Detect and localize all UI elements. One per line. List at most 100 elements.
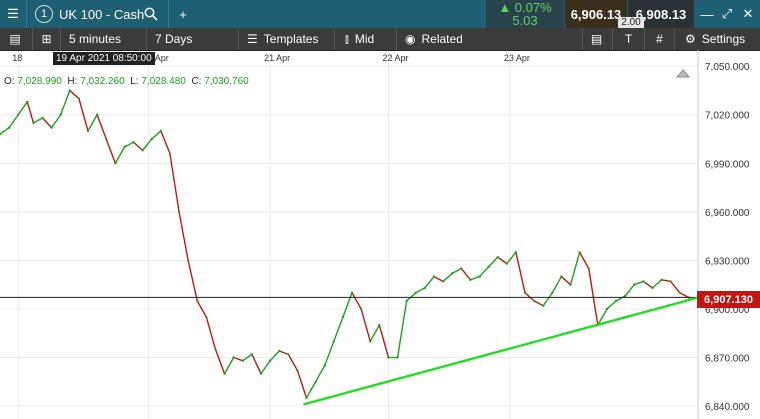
price-segment xyxy=(569,252,581,285)
crosshair-date-label: 19 Apr 2021 08:50:00 xyxy=(53,52,155,65)
grid-toggle-button[interactable]: # xyxy=(644,28,674,50)
y-tick-label: 7,020.000 xyxy=(705,111,750,122)
notes-button[interactable]: ▤ xyxy=(582,28,610,50)
high-value: 7,032.260 xyxy=(80,76,125,87)
price-point xyxy=(496,255,499,259)
price-point xyxy=(423,286,427,290)
minimize-icon: — xyxy=(700,6,714,22)
price-point xyxy=(205,315,208,319)
templates-button[interactable]: ☰ Templates xyxy=(238,28,334,50)
expand-button[interactable]: ⤢ xyxy=(717,4,737,24)
price-point xyxy=(514,251,518,254)
price-point xyxy=(623,294,627,298)
y-tick-label: 6,960.000 xyxy=(705,208,750,219)
price-point xyxy=(7,126,11,129)
search-button[interactable] xyxy=(140,0,162,28)
close-icon: ✕ xyxy=(742,6,754,21)
price-segment xyxy=(142,138,153,151)
price-point xyxy=(323,364,326,367)
price-segment xyxy=(433,275,444,283)
price-segment xyxy=(60,90,71,115)
price-chart[interactable]: 6,840.0006,870.0006,900.0006,930.0006,96… xyxy=(0,50,760,419)
price-segment xyxy=(278,350,289,355)
text-tool-button[interactable]: T xyxy=(612,28,644,50)
layout-button[interactable]: ⊞ xyxy=(32,28,60,50)
price-type-select[interactable]: ⫾ Mid xyxy=(334,28,396,50)
close-label: C: xyxy=(191,76,202,87)
price-point xyxy=(441,280,445,283)
notes-icon: ▤ xyxy=(590,32,603,46)
price-point xyxy=(469,278,472,282)
top-bar: ☰ 1 UK 100 - Cash + ▲ 0.07% 5.03 6,906.1… xyxy=(0,0,760,28)
price-point xyxy=(68,89,72,92)
price-segment xyxy=(679,292,690,299)
price-segment xyxy=(478,266,490,278)
price-point xyxy=(523,291,527,294)
minimize-button[interactable]: — xyxy=(697,4,717,24)
price-segment xyxy=(515,252,526,293)
price-segment xyxy=(51,114,62,129)
price-segment xyxy=(415,287,426,294)
price-point xyxy=(614,299,618,303)
panel-toggle-button[interactable]: ▤ xyxy=(4,28,26,50)
price-segment xyxy=(160,130,171,154)
price-segment xyxy=(287,353,299,371)
low-label: L: xyxy=(130,76,139,87)
price-point xyxy=(132,141,135,144)
x-tick-label: 23 Apr xyxy=(504,53,530,63)
price-point xyxy=(223,372,226,375)
price-point xyxy=(41,116,44,120)
price-point xyxy=(359,307,363,311)
hash-grid-icon: # xyxy=(656,32,663,46)
price-point xyxy=(196,299,199,303)
price-point xyxy=(241,359,244,362)
menu-button[interactable]: ☰ xyxy=(0,0,27,28)
templates-icon: ☰ xyxy=(247,32,258,46)
price-point xyxy=(532,299,536,303)
price-segment xyxy=(124,141,134,148)
price-segment xyxy=(406,292,417,302)
range-select[interactable]: 7 Days xyxy=(146,28,238,50)
interval-label: 5 minutes xyxy=(69,32,122,46)
price-segment xyxy=(41,117,53,129)
price-segment xyxy=(551,276,563,294)
price-segment xyxy=(460,268,471,281)
price-point xyxy=(159,129,163,133)
price-segment xyxy=(560,276,572,286)
price-point xyxy=(77,97,81,100)
y-tick-label: 6,990.000 xyxy=(705,159,750,170)
gear-icon: ⚙ xyxy=(685,32,696,46)
price-point xyxy=(250,353,254,356)
plus-icon: + xyxy=(179,6,187,22)
close-value: 7,030.760 xyxy=(204,76,249,87)
price-point xyxy=(50,126,53,129)
price-segment xyxy=(0,127,10,135)
price-point xyxy=(587,267,590,270)
spread-badge: 2.00 xyxy=(618,17,644,28)
price-segment xyxy=(305,381,317,399)
text-icon: T xyxy=(624,32,633,46)
price-segment xyxy=(151,130,162,140)
price-segment xyxy=(223,357,235,375)
x-tick-label: 18 xyxy=(12,53,22,63)
price-point xyxy=(551,291,554,294)
price-point xyxy=(17,113,20,116)
price-segment xyxy=(451,267,462,274)
price-point xyxy=(642,280,645,283)
interval-select[interactable]: 5 minutes xyxy=(60,28,146,50)
price-segment xyxy=(624,284,635,297)
sell-price: 6,906.13 xyxy=(570,6,622,22)
instrument-name: UK 100 - Cash xyxy=(59,6,145,22)
price-point xyxy=(633,283,636,286)
price-segment xyxy=(588,268,599,326)
close-button[interactable]: ✕ xyxy=(738,4,758,24)
price-point xyxy=(560,275,563,278)
y-tick-label: 6,840.000 xyxy=(705,402,750,413)
settings-button[interactable]: ⚙ Settings xyxy=(674,28,760,50)
add-tab-button[interactable]: + xyxy=(168,0,197,28)
open-value: 7,028.990 xyxy=(17,76,62,87)
price-segment xyxy=(670,280,681,294)
price-segment xyxy=(424,276,435,289)
related-button[interactable]: ◉ Related xyxy=(396,28,482,50)
price-point xyxy=(86,129,90,133)
